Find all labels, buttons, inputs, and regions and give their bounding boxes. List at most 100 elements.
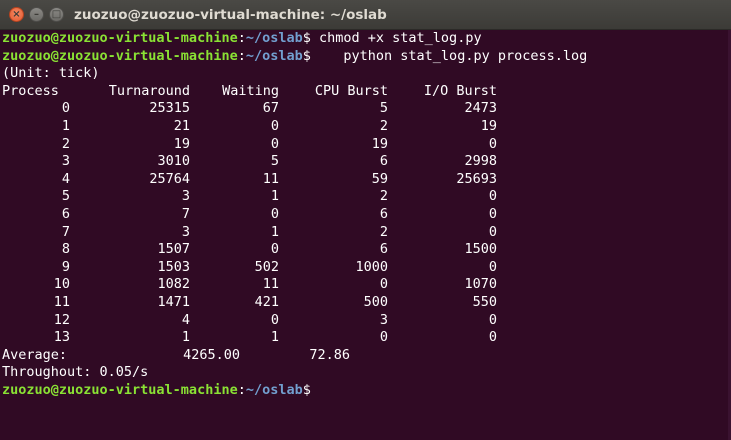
cell-waiting: 0 — [270, 205, 279, 222]
cell-turnaround: 19 — [173, 135, 190, 152]
table-row: 11 1471 421 500 550 — [2, 294, 497, 312]
cell-process: 10 — [53, 276, 70, 293]
cell-turnaround: 1507 — [157, 241, 190, 258]
table-row: 13 1 1 0 0 — [2, 329, 497, 347]
header-cpu-burst: CPU Burst — [314, 82, 388, 99]
cell-cpu-burst: 0 — [379, 329, 388, 346]
cell-cpu-burst: 5 — [379, 100, 388, 117]
cell-turnaround: 21 — [173, 117, 190, 134]
cell-process: 4 — [61, 170, 70, 187]
cell-turnaround: 3 — [181, 188, 190, 205]
table-row: 6 7 0 6 0 — [2, 206, 497, 224]
table-row: 8 1507 0 6 1500 — [2, 241, 497, 259]
cell-cpu-burst: 3 — [379, 311, 388, 328]
prompt-colon: : — [237, 381, 246, 398]
cell-waiting: 421 — [254, 293, 279, 310]
cell-turnaround: 1503 — [157, 258, 190, 275]
prompt-colon: : — [237, 30, 246, 46]
cell-turnaround: 3010 — [157, 153, 190, 170]
table-row: 10 1082 11 0 1070 — [2, 276, 497, 294]
cell-io-burst: 19 — [480, 117, 497, 134]
cell-waiting: 5 — [270, 153, 279, 170]
window-titlebar[interactable]: × – □ zuozuo@zuozuo-virtual-machine: ~/o… — [0, 0, 731, 30]
cell-turnaround: 25315 — [149, 100, 190, 117]
average-label: Average: — [2, 346, 68, 363]
cell-turnaround: 1471 — [157, 293, 190, 310]
cell-turnaround: 1082 — [157, 276, 190, 293]
cell-waiting: 0 — [270, 135, 279, 152]
close-icon[interactable]: × — [9, 7, 24, 22]
throughput-line: Throughout: 0.05/s — [2, 364, 149, 381]
cell-io-burst: 0 — [488, 205, 497, 222]
average-turnaround: 4265.00 — [183, 346, 240, 363]
cell-io-burst: 2473 — [464, 100, 497, 117]
cell-turnaround: 1 — [181, 329, 190, 346]
cell-waiting: 11 — [262, 170, 279, 187]
prompt-symbol: $ — [302, 381, 311, 398]
command-text: python stat_log.py process.log — [310, 47, 588, 64]
prompt-path: ~/oslab — [245, 30, 303, 46]
cell-cpu-burst: 2 — [379, 188, 388, 205]
table-row: 9 1503 502 1000 0 — [2, 259, 497, 277]
terminal-window: × – □ zuozuo@zuozuo-virtual-machine: ~/o… — [0, 0, 731, 440]
cell-process: 11 — [53, 293, 70, 310]
prompt-user-host: zuozuo@zuozuo-virtual-machine — [2, 381, 238, 398]
average-waiting: 72.86 — [309, 346, 350, 363]
header-io-burst: I/O Burst — [423, 82, 497, 99]
command-text: chmod +x stat_log.py — [310, 30, 482, 46]
cell-io-burst: 25693 — [456, 170, 497, 187]
cell-io-burst: 0 — [488, 311, 497, 328]
prompt-symbol: $ — [302, 47, 311, 64]
command-line-3: zuozuo@zuozuo-virtual-machine:~/oslab$ — [2, 382, 731, 400]
header-waiting: Waiting — [222, 82, 279, 99]
prompt-path: ~/oslab — [245, 47, 303, 64]
cell-io-burst: 1070 — [464, 276, 497, 293]
cell-process: 1 — [61, 117, 70, 134]
cell-waiting: 11 — [262, 276, 279, 293]
cell-io-burst: 0 — [488, 135, 497, 152]
table-row: 1 21 0 2 19 — [2, 118, 497, 136]
cell-io-burst: 0 — [488, 258, 497, 275]
header-turnaround: Turnaround — [108, 82, 190, 99]
cell-cpu-burst: 6 — [379, 241, 388, 258]
cell-turnaround: 7 — [181, 205, 190, 222]
cell-process: 8 — [61, 241, 70, 258]
cell-waiting: 502 — [254, 258, 279, 275]
command-line-1: zuozuo@zuozuo-virtual-machine:~/oslab$ c… — [2, 30, 731, 48]
process-stats-table: Process Turnaround Waiting CPU Burst I/O… — [2, 83, 497, 347]
cell-process: 2 — [61, 135, 70, 152]
cell-process: 0 — [61, 100, 70, 117]
table-row: 3 3010 5 6 2998 — [2, 153, 497, 171]
unit-line: (Unit: tick) — [2, 65, 100, 82]
cell-waiting: 1 — [270, 329, 279, 346]
prompt-colon: : — [237, 47, 246, 64]
cell-cpu-burst: 1000 — [355, 258, 388, 275]
terminal-output[interactable]: zuozuo@zuozuo-virtual-machine:~/oslab$ c… — [0, 30, 731, 440]
cell-process: 13 — [53, 329, 70, 346]
cell-process: 7 — [61, 223, 70, 240]
window-title: zuozuo@zuozuo-virtual-machine: ~/oslab — [74, 7, 387, 23]
header-process: Process — [2, 82, 59, 99]
cell-cpu-burst: 6 — [379, 153, 388, 170]
cell-io-burst: 2998 — [464, 153, 497, 170]
minimize-icon[interactable]: – — [29, 7, 44, 22]
prompt-user-host: zuozuo@zuozuo-virtual-machine — [2, 30, 238, 46]
prompt-user-host: zuozuo@zuozuo-virtual-machine — [2, 47, 238, 64]
cell-cpu-burst: 2 — [379, 117, 388, 134]
cell-process: 5 — [61, 188, 70, 205]
cell-turnaround: 3 — [181, 223, 190, 240]
cell-io-burst: 1500 — [464, 241, 497, 258]
cell-cpu-burst: 6 — [379, 205, 388, 222]
average-line: Average: 4265.00 72.86 — [2, 347, 731, 365]
maximize-icon[interactable]: □ — [49, 7, 64, 22]
cell-waiting: 67 — [262, 100, 279, 117]
cell-cpu-burst: 19 — [371, 135, 388, 152]
table-row: 4 25764 11 59 25693 — [2, 171, 497, 189]
cell-cpu-burst: 0 — [379, 276, 388, 293]
cell-process: 6 — [61, 205, 70, 222]
table-row: 5 3 1 2 0 — [2, 188, 497, 206]
cell-io-burst: 0 — [488, 188, 497, 205]
cell-cpu-burst: 500 — [363, 293, 388, 310]
table-header-row: Process Turnaround Waiting CPU Burst I/O… — [2, 83, 497, 101]
cell-process: 9 — [61, 258, 70, 275]
